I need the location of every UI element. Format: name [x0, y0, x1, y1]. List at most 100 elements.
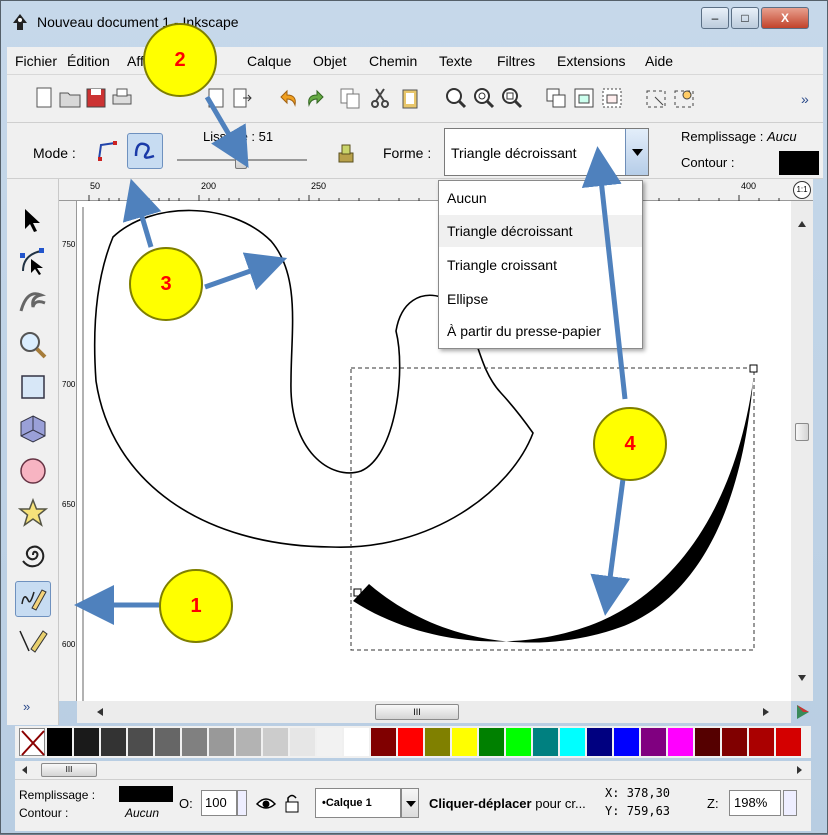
color-swatch[interactable]: [479, 728, 504, 756]
save-icon[interactable]: [83, 85, 109, 111]
status-stroke-value[interactable]: Aucun: [125, 806, 159, 820]
color-swatch[interactable]: [614, 728, 639, 756]
color-swatch[interactable]: [290, 728, 315, 756]
star-icon[interactable]: [17, 497, 49, 529]
zoom-1-1-button[interactable]: 1:1: [793, 181, 811, 199]
copy-icon[interactable]: [337, 85, 363, 111]
dropdown-option-presse-papier[interactable]: À partir du presse-papier: [439, 315, 642, 347]
open-icon[interactable]: [57, 85, 83, 111]
minimize-button[interactable]: ‒: [701, 7, 729, 29]
color-swatch[interactable]: [722, 728, 747, 756]
color-swatch[interactable]: [263, 728, 288, 756]
spiro-mode-icon[interactable]: [127, 133, 163, 169]
layer-select[interactable]: •Calque 1: [315, 788, 401, 818]
reset-defaults-icon[interactable]: [333, 141, 359, 165]
menu-aide[interactable]: Aide: [645, 53, 673, 69]
shape-select[interactable]: Triangle décroissant: [444, 128, 649, 176]
color-swatch[interactable]: [695, 728, 720, 756]
color-manage-icon[interactable]: [793, 701, 813, 723]
menu-fichier[interactable]: Fichier: [15, 53, 57, 69]
export-icon[interactable]: [229, 85, 255, 111]
shape-select-arrow[interactable]: [625, 129, 648, 175]
stroke-color-swatch[interactable]: [779, 151, 819, 175]
palette-scroll-thumb[interactable]: III: [41, 763, 97, 777]
dropdown-option-ellipse[interactable]: Ellipse: [439, 283, 642, 315]
color-swatch[interactable]: [101, 728, 126, 756]
preferences-icon[interactable]: [671, 85, 697, 111]
ellipse-icon[interactable]: [17, 455, 49, 487]
opacity-input[interactable]: 100: [201, 790, 237, 816]
menu-calque[interactable]: Calque: [247, 53, 291, 69]
3d-box-icon[interactable]: [17, 413, 49, 445]
rectangle-icon[interactable]: [17, 371, 49, 403]
color-swatch[interactable]: [209, 728, 234, 756]
new-document-icon[interactable]: [31, 85, 57, 111]
color-swatch[interactable]: [344, 728, 369, 756]
color-swatch[interactable]: [641, 728, 666, 756]
menu-filtres[interactable]: Filtres: [497, 53, 535, 69]
color-swatch[interactable]: [776, 728, 801, 756]
zoom-page-icon[interactable]: [499, 85, 525, 111]
color-swatch[interactable]: [668, 728, 693, 756]
lock-icon[interactable]: [283, 792, 301, 814]
undo-icon[interactable]: [275, 85, 301, 111]
color-swatch[interactable]: [533, 728, 558, 756]
node-editor-icon[interactable]: [17, 245, 49, 277]
close-button[interactable]: X: [761, 7, 809, 29]
import-icon[interactable]: [203, 85, 229, 111]
palette-scrollbar[interactable]: III: [15, 761, 811, 779]
menu-objet[interactable]: Objet: [313, 53, 346, 69]
no-paint-swatch[interactable]: [19, 728, 45, 756]
toolbar-overflow-button[interactable]: »: [801, 91, 809, 107]
tweak-icon[interactable]: [17, 285, 49, 317]
layer-select-arrow[interactable]: [401, 788, 419, 818]
vertical-scrollbar[interactable]: [791, 201, 813, 701]
color-swatch[interactable]: [371, 728, 396, 756]
color-swatch[interactable]: [749, 728, 774, 756]
menu-extensions[interactable]: Extensions: [557, 53, 625, 69]
title-bar[interactable]: Nouveau document 1 - Inkscape ‒ □ X: [1, 1, 828, 45]
status-fill-swatch[interactable]: [119, 786, 173, 802]
menu-chemin[interactable]: Chemin: [369, 53, 417, 69]
regular-bezier-mode-icon[interactable]: [93, 137, 121, 165]
duplicate-icon[interactable]: [543, 85, 569, 111]
opacity-spinner[interactable]: [237, 790, 247, 816]
cut-icon[interactable]: [367, 85, 393, 111]
group-icon[interactable]: [571, 85, 597, 111]
maximize-button[interactable]: □: [731, 7, 759, 29]
menu-edition[interactable]: Édition: [67, 53, 110, 69]
color-swatch[interactable]: [47, 728, 72, 756]
color-swatch[interactable]: [452, 728, 477, 756]
menu-texte[interactable]: Texte: [439, 53, 472, 69]
visibility-eye-icon[interactable]: [255, 792, 277, 814]
pencil-icon[interactable]: [15, 581, 51, 617]
color-swatch[interactable]: [155, 728, 180, 756]
horizontal-scroll-thumb[interactable]: III: [375, 704, 459, 720]
dropdown-option-triangle-decroissant[interactable]: Triangle décroissant: [439, 215, 642, 247]
pen-icon[interactable]: [17, 625, 49, 657]
redo-icon[interactable]: [303, 85, 329, 111]
zoom-spinner[interactable]: [783, 790, 797, 816]
zoom-input[interactable]: 198%: [729, 790, 781, 816]
color-swatch[interactable]: [236, 728, 261, 756]
selector-icon[interactable]: [17, 205, 49, 237]
color-swatch[interactable]: [128, 728, 153, 756]
smoothing-slider-thumb[interactable]: [235, 149, 247, 169]
color-swatch[interactable]: [317, 728, 342, 756]
color-swatch[interactable]: [587, 728, 612, 756]
ungroup-icon[interactable]: [599, 85, 625, 111]
vertical-scroll-thumb[interactable]: [795, 423, 809, 441]
dropdown-option-aucun[interactable]: Aucun: [439, 181, 642, 213]
dropdown-option-triangle-croissant[interactable]: Triangle croissant: [439, 249, 642, 281]
paste-icon[interactable]: [397, 85, 423, 111]
toolbox-overflow-button[interactable]: »: [23, 699, 30, 714]
color-swatch[interactable]: [425, 728, 450, 756]
spiral-icon[interactable]: [17, 539, 49, 571]
color-swatch[interactable]: [398, 728, 423, 756]
color-swatch[interactable]: [506, 728, 531, 756]
horizontal-scrollbar[interactable]: III: [77, 701, 791, 723]
color-swatch[interactable]: [182, 728, 207, 756]
zoom-icon[interactable]: [17, 329, 49, 361]
fill-stroke-icon[interactable]: [643, 85, 669, 111]
print-icon[interactable]: [109, 85, 135, 111]
